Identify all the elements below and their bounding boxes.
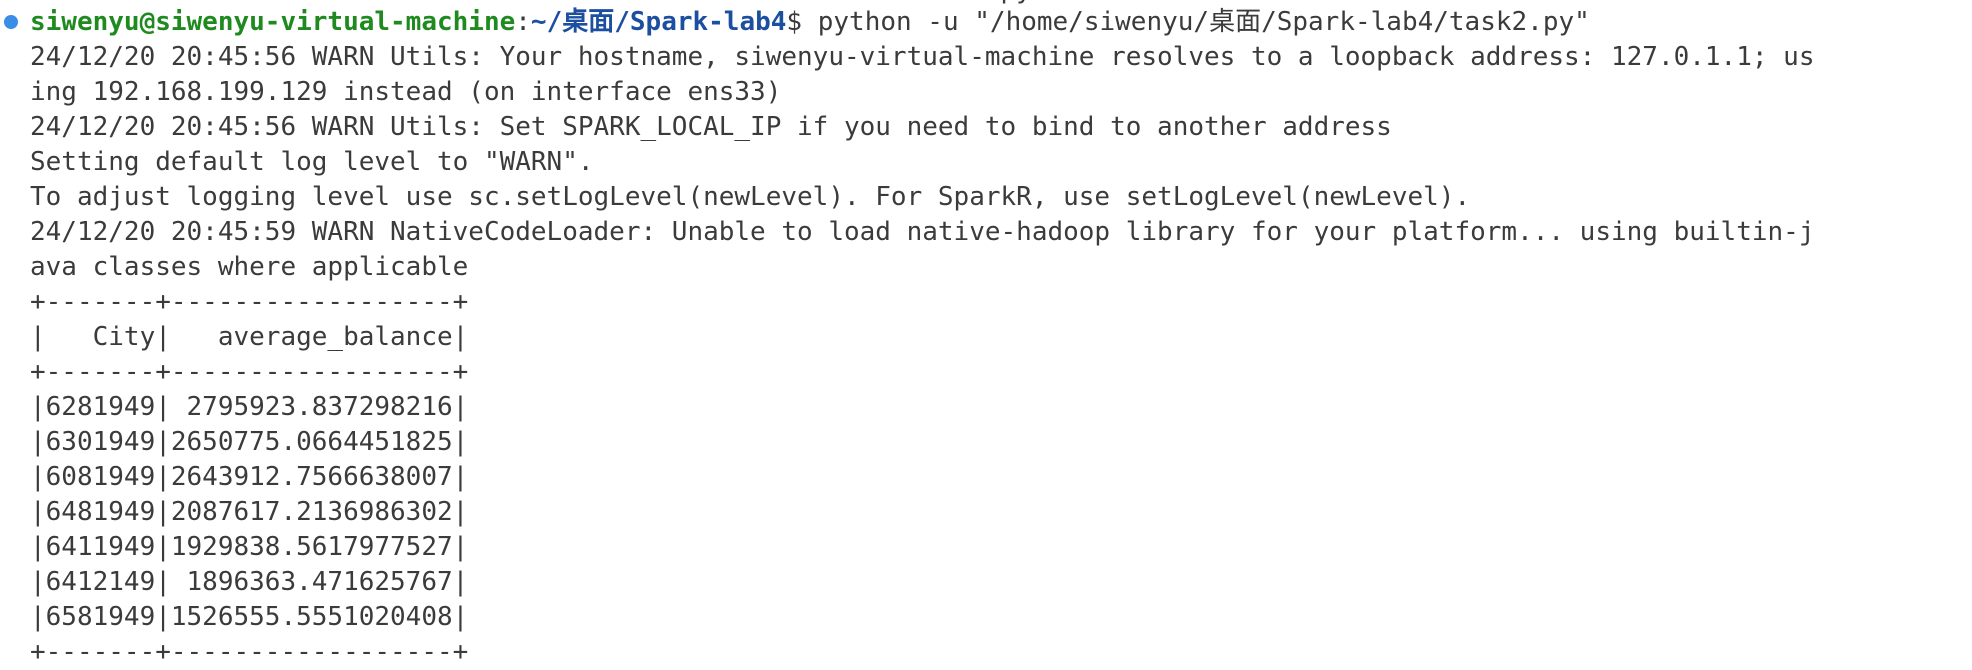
prompt-separator: : bbox=[515, 7, 531, 37]
output-line: Setting default log level to "WARN". bbox=[30, 147, 594, 177]
table-row: |6301949|2650775.0664451825| bbox=[30, 427, 469, 457]
table-row: |6481949|2087617.2136986302| bbox=[30, 497, 469, 527]
table-row: |6281949| 2795923.837298216| bbox=[30, 392, 469, 422]
table-row: |6581949|1526555.5551020408| bbox=[30, 602, 469, 632]
table-border-header: +-------+------------------+ bbox=[30, 357, 469, 387]
output-line: 24/12/20 20:45:59 WARN NativeCodeLoader:… bbox=[30, 217, 1815, 247]
prompt-path: ~/桌面/Spark-lab4 bbox=[530, 7, 787, 37]
table-row: |6411949|1929838.5617977527| bbox=[30, 532, 469, 562]
table-row: |6081949|2643912.7566638007| bbox=[30, 462, 469, 492]
table-border-top: +-------+------------------+ bbox=[30, 287, 469, 317]
terminal-panel[interactable]: py siwenyu@siwenyu-virtual-machine:~/桌面/… bbox=[0, 0, 1972, 667]
output-line: ing 192.168.199.129 instead (on interfac… bbox=[30, 77, 782, 107]
table-row: |6412149| 1896363.471625767| bbox=[30, 567, 469, 597]
command-status-dot-icon[interactable] bbox=[4, 15, 18, 29]
command-text: python -u "/home/siwenyu/桌面/Spark-lab4/t… bbox=[802, 7, 1590, 37]
output-line: 24/12/20 20:45:56 WARN Utils: Your hostn… bbox=[30, 42, 1815, 72]
command-line: siwenyu@siwenyu-virtual-machine:~/桌面/Spa… bbox=[30, 5, 1814, 40]
output-line: To adjust logging level use sc.setLogLev… bbox=[30, 182, 1471, 212]
output-line: 24/12/20 20:45:56 WARN Utils: Set SPARK_… bbox=[30, 112, 1392, 142]
output-line: ava classes where applicable bbox=[30, 252, 469, 282]
table-header: | City| average_balance| bbox=[30, 322, 469, 352]
terminal-output: siwenyu@siwenyu-virtual-machine:~/桌面/Spa… bbox=[30, 5, 1814, 670]
prompt-user-host: siwenyu@siwenyu-virtual-machine bbox=[30, 7, 516, 37]
prompt-symbol: $ bbox=[786, 7, 803, 37]
